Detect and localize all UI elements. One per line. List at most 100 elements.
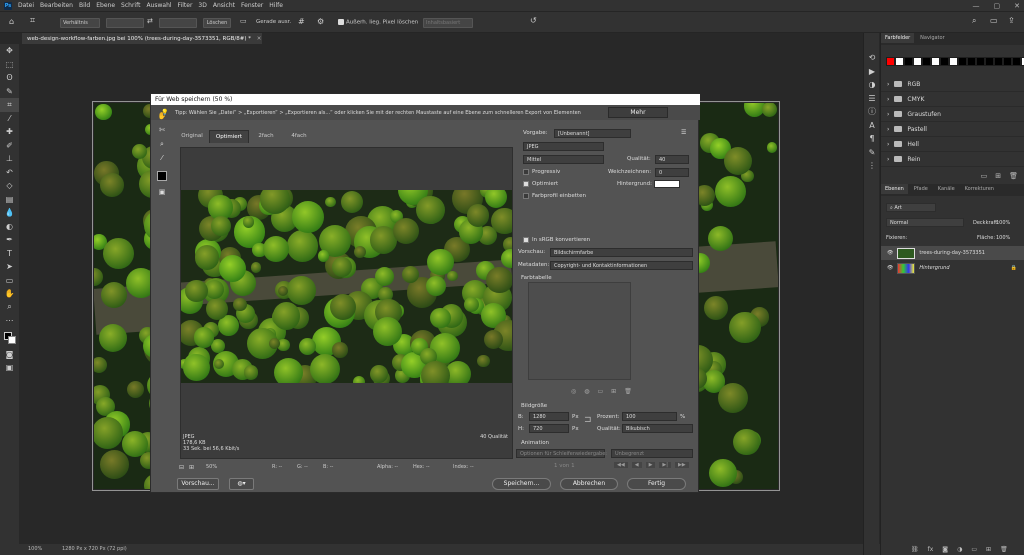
- close-tab-icon[interactable]: ✕: [257, 36, 262, 42]
- tab-kanaele[interactable]: Kanäle: [934, 184, 959, 194]
- history-panel-icon[interactable]: ⟲: [864, 51, 880, 65]
- crop-tool-icon[interactable]: ⌗: [30, 16, 35, 26]
- actions-panel-icon[interactable]: ▶: [864, 65, 880, 79]
- color-swatch[interactable]: [985, 57, 994, 66]
- menu-3d[interactable]: 3D: [198, 2, 206, 9]
- toggle-slices-icon[interactable]: ▣: [157, 187, 167, 197]
- color-swatch[interactable]: [886, 57, 895, 66]
- straighten-icon[interactable]: ▭: [240, 17, 247, 25]
- map-color-icon[interactable]: ◎: [571, 388, 576, 395]
- menu-schrift[interactable]: Schrift: [121, 2, 140, 9]
- resample-select[interactable]: Bikubisch: [622, 424, 693, 433]
- tab-4fach[interactable]: 4fach: [283, 130, 315, 143]
- tab-original[interactable]: Original: [176, 130, 208, 143]
- folder-rgb[interactable]: › RGB: [881, 77, 1024, 92]
- matte-color-swatch[interactable]: [654, 180, 680, 188]
- content-aware-option[interactable]: Inhaltsbasiert: [423, 18, 473, 28]
- tab-optimiert[interactable]: Optimiert: [209, 130, 249, 143]
- eye-icon[interactable]: 👁: [887, 250, 893, 256]
- color-swatch[interactable]: [994, 57, 1003, 66]
- tab-pfade[interactable]: Pfade: [910, 184, 932, 194]
- tab-ebenen[interactable]: Ebenen: [881, 184, 908, 194]
- save-button[interactable]: Speichern...: [492, 478, 551, 490]
- metadata-select[interactable]: Copyright- und Kontaktinformationen: [550, 261, 693, 270]
- color-swatch[interactable]: [1012, 57, 1021, 66]
- new-group-icon[interactable]: ▭: [981, 172, 988, 180]
- grid-overlay-icon[interactable]: #: [298, 17, 305, 26]
- home-icon[interactable]: ⌂: [9, 17, 14, 26]
- zoom-minus-icon[interactable]: ⊟: [179, 464, 184, 471]
- path-select-tool-icon[interactable]: ➤: [0, 260, 19, 274]
- menu-datei[interactable]: Datei: [18, 2, 34, 9]
- new-swatch-icon[interactable]: ⊞: [995, 172, 1001, 180]
- width-field[interactable]: [106, 18, 144, 28]
- menu-filter[interactable]: Filter: [178, 2, 193, 9]
- tab-farbfelder[interactable]: Farbfelder: [881, 33, 915, 43]
- layer-row[interactable]: 👁 Hintergrund 🔒: [881, 261, 1024, 275]
- menu-bearbeiten[interactable]: Bearbeiten: [40, 2, 73, 9]
- type-tool-icon[interactable]: T: [0, 247, 19, 261]
- color-swatch[interactable]: [904, 57, 913, 66]
- healing-tool-icon[interactable]: ✚: [0, 125, 19, 139]
- width-input[interactable]: 1280: [529, 412, 569, 421]
- preview-pane[interactable]: JPEG 178,6 KB 33 Sek. bei 56,6 Kbit/s 40…: [180, 147, 513, 459]
- opacity-value[interactable]: 100%: [996, 220, 1010, 226]
- preview-timing[interactable]: 33 Sek. bei 56,6 Kbit/s: [183, 446, 239, 452]
- reset-icon[interactable]: ↺: [530, 16, 537, 25]
- folder-hell[interactable]: › Hell: [881, 137, 1024, 152]
- layer-row[interactable]: 👁 trees-during-day-3573351: [881, 246, 1024, 260]
- eyedropper-color-icon[interactable]: [157, 171, 167, 181]
- zoom-tool-icon[interactable]: ⌕: [157, 139, 167, 149]
- minimize-icon[interactable]: —: [973, 2, 980, 10]
- web-shift-icon[interactable]: ◍: [584, 388, 589, 395]
- trash-icon[interactable]: 🗑: [624, 388, 632, 395]
- embed-profile-checkbox[interactable]: [523, 193, 529, 199]
- play-icon[interactable]: ▶: [645, 462, 656, 468]
- zoom-level[interactable]: 100%: [28, 546, 42, 552]
- color-table[interactable]: [528, 282, 631, 380]
- color-swatch[interactable]: [931, 57, 940, 66]
- folder-cmyk[interactable]: › CMYK: [881, 92, 1024, 107]
- eyedropper-tool-icon[interactable]: ⁄: [157, 153, 167, 163]
- cancel-button[interactable]: Abbrechen: [560, 478, 618, 490]
- color-swatches-icon[interactable]: [0, 328, 19, 348]
- next-frame-icon[interactable]: ▶|: [659, 462, 671, 468]
- menu-hilfe[interactable]: Hilfe: [269, 2, 283, 9]
- delete-pixels-checkbox[interactable]: [338, 19, 344, 25]
- tab-navigator[interactable]: Navigator: [916, 33, 948, 43]
- search-icon[interactable]: ⌕: [972, 16, 976, 26]
- menu-ebene[interactable]: Ebene: [96, 2, 115, 9]
- group-icon[interactable]: ▭: [971, 546, 977, 553]
- stamp-tool-icon[interactable]: ⊥: [0, 152, 19, 166]
- dodge-tool-icon[interactable]: ◐: [0, 220, 19, 234]
- share-icon[interactable]: ⇪: [1008, 16, 1015, 25]
- screen-mode-icon[interactable]: ▣: [0, 361, 19, 375]
- preview-button[interactable]: Vorschau...: [177, 478, 219, 490]
- browser-preview-button[interactable]: ◍▾: [229, 478, 254, 490]
- maximize-icon[interactable]: ▢: [994, 2, 1001, 10]
- color-swatch[interactable]: [949, 57, 958, 66]
- blur-tool-icon[interactable]: 💧: [0, 206, 19, 220]
- quick-select-tool-icon[interactable]: ✎: [0, 85, 19, 99]
- eyedropper-tool-icon[interactable]: ⁄: [0, 112, 19, 126]
- preview-image[interactable]: [181, 190, 512, 383]
- folder-graustufen[interactable]: › Graustufen: [881, 107, 1024, 122]
- hand-tool-icon[interactable]: ✋: [157, 111, 167, 121]
- character-panel-icon[interactable]: A: [864, 119, 880, 133]
- straighten-label[interactable]: Gerade ausr.: [256, 19, 291, 25]
- shape-tool-icon[interactable]: ▭: [0, 274, 19, 288]
- color-swatch[interactable]: [940, 57, 949, 66]
- workspace-icon[interactable]: ▭: [990, 16, 998, 25]
- optimized-checkbox[interactable]: [523, 181, 529, 187]
- height-input[interactable]: 720: [529, 424, 569, 433]
- zoom-select[interactable]: 50%: [206, 464, 217, 470]
- clear-button[interactable]: Löschen: [203, 18, 231, 28]
- preview-mode-select[interactable]: Bildschirmfarbe: [550, 248, 693, 257]
- first-frame-icon[interactable]: ◀◀: [614, 462, 628, 468]
- color-swatch[interactable]: [913, 57, 922, 66]
- trash-icon[interactable]: 🗑: [1009, 172, 1018, 180]
- more-button[interactable]: Mehr: [608, 107, 668, 118]
- paragraph-panel-icon[interactable]: ¶: [864, 132, 880, 146]
- brush-tool-icon[interactable]: ✐: [0, 139, 19, 153]
- color-swatch[interactable]: [958, 57, 967, 66]
